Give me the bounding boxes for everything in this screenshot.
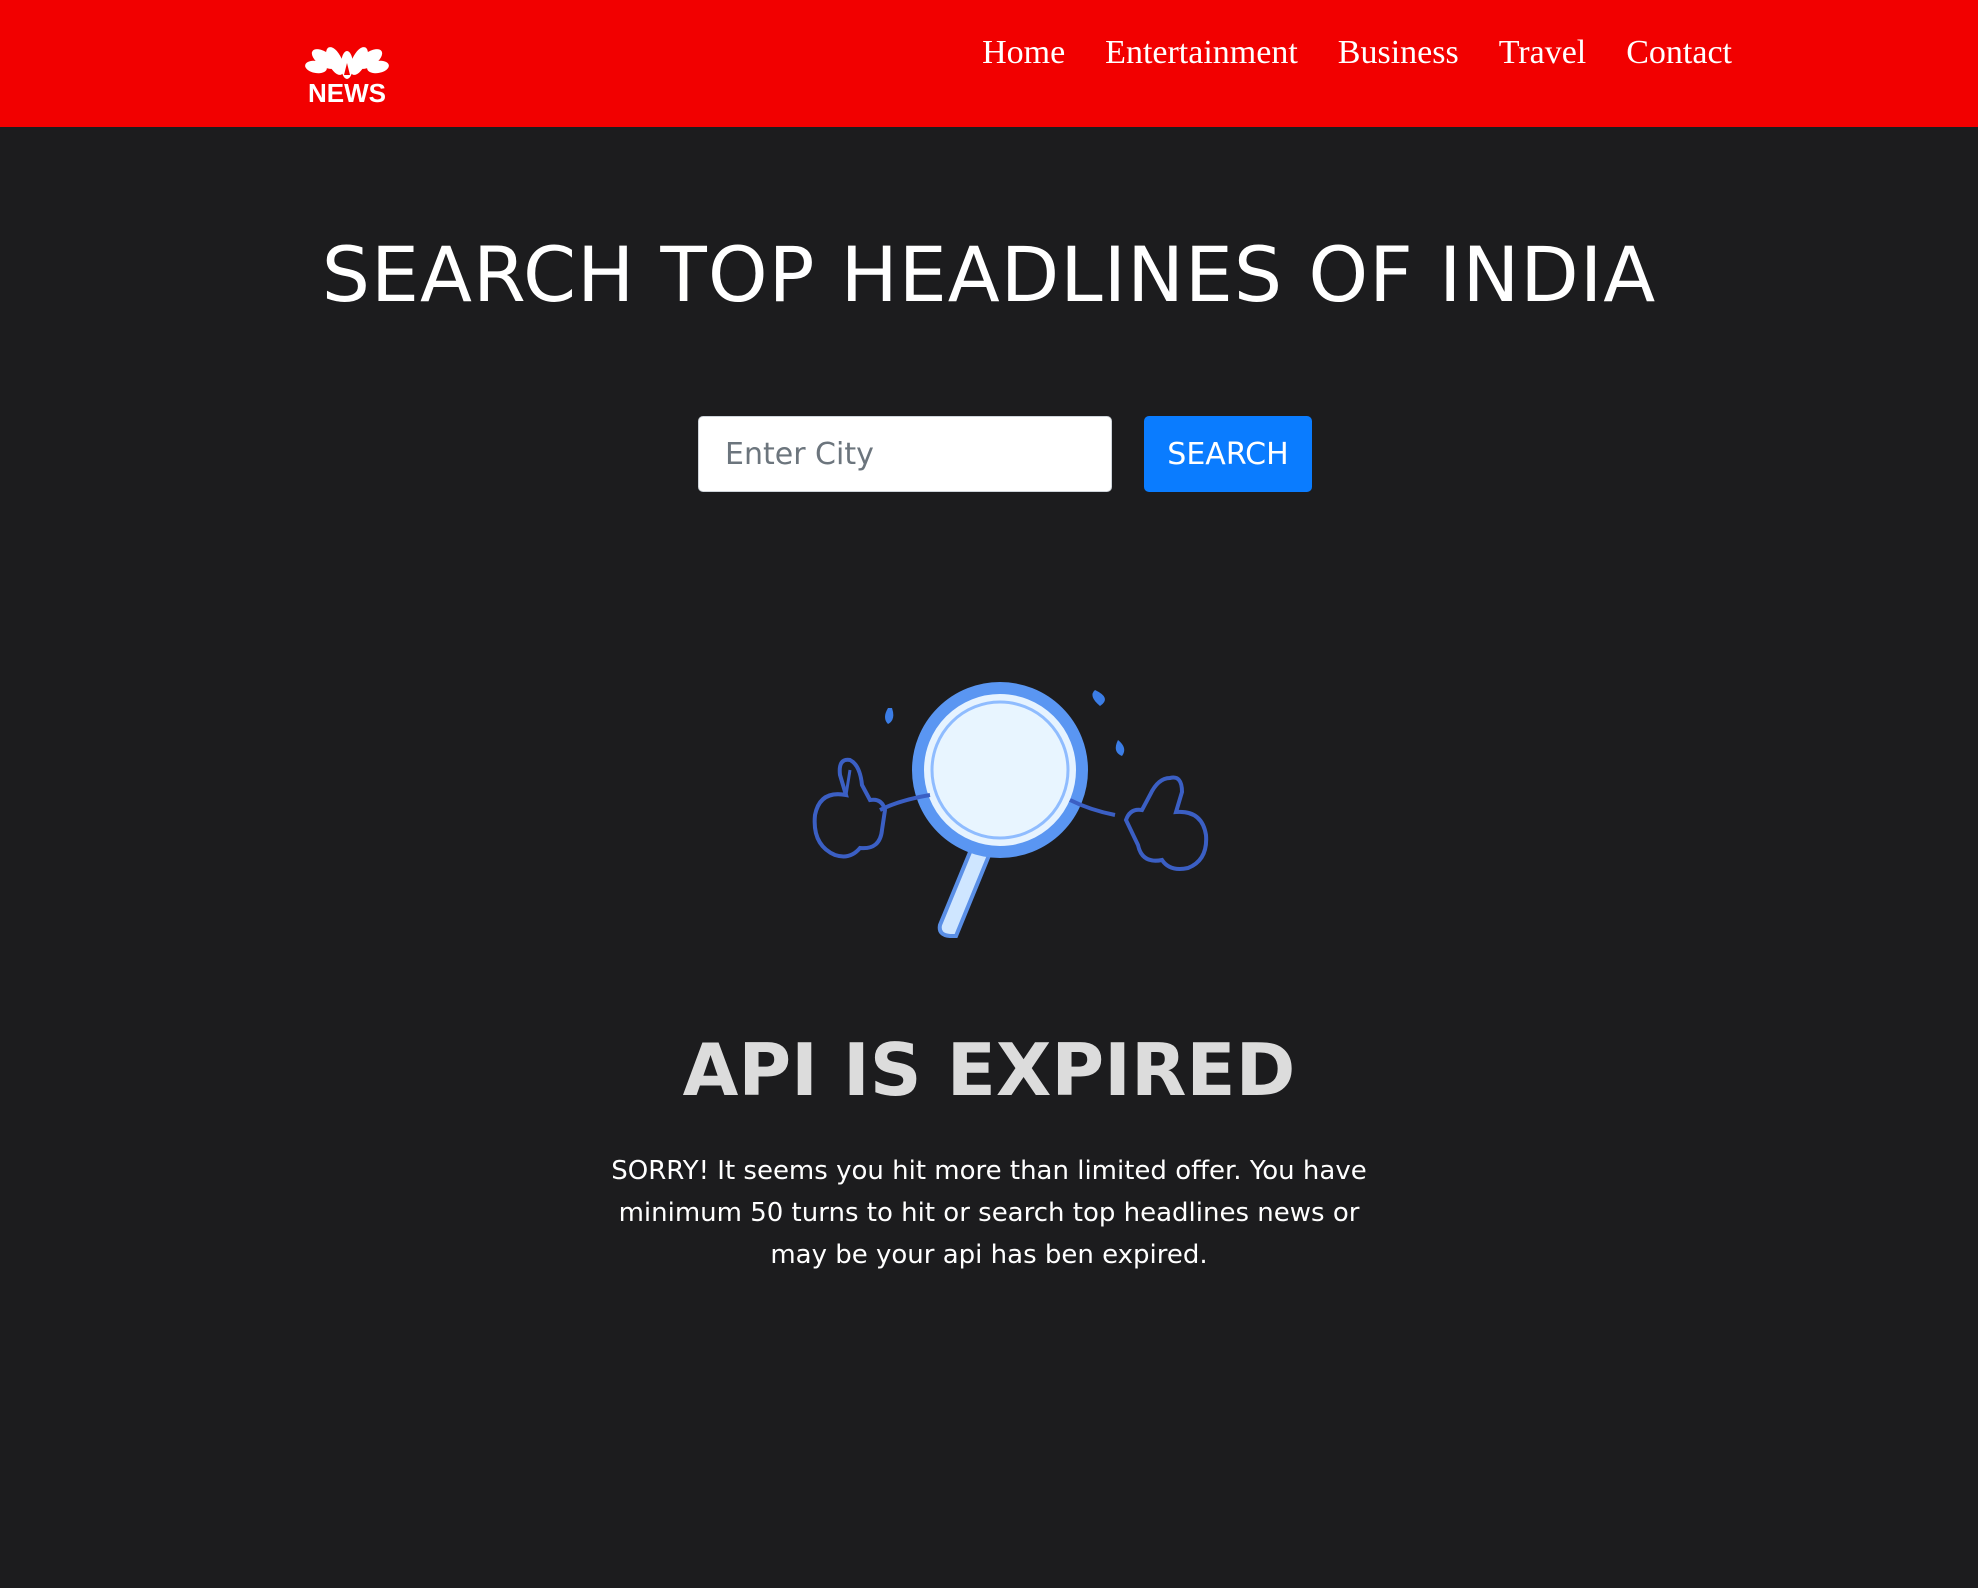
brand-logo[interactable]: NEWS [302, 23, 392, 108]
confused-magnifying-glass-icon [812, 682, 1209, 938]
city-search-input[interactable] [698, 416, 1112, 492]
error-message: SORRY! It seems you hit more than limite… [611, 1156, 1367, 1270]
brand-logo-text: NEWS [308, 78, 386, 108]
confused-magnifying-glass-illustration [770, 660, 1230, 950]
navbar: NEWS Home Entertainment Business Travel … [0, 0, 1978, 127]
nav-item-travel[interactable]: Travel [1499, 34, 1587, 72]
page-title: SEARCH TOP HEADLINES OF INDIA [321, 230, 1657, 319]
peacock-icon [305, 47, 389, 79]
nav-item-business[interactable]: Business [1338, 34, 1459, 72]
search-button[interactable]: SEARCH [1144, 416, 1312, 492]
nav-item-home[interactable]: Home [982, 34, 1065, 72]
nav-item-contact[interactable]: Contact [1626, 34, 1732, 72]
nav-item-entertainment[interactable]: Entertainment [1105, 34, 1298, 72]
error-title: API IS EXPIRED [682, 1028, 1296, 1112]
main-nav: Home Entertainment Business Travel Conta… [982, 34, 1732, 72]
